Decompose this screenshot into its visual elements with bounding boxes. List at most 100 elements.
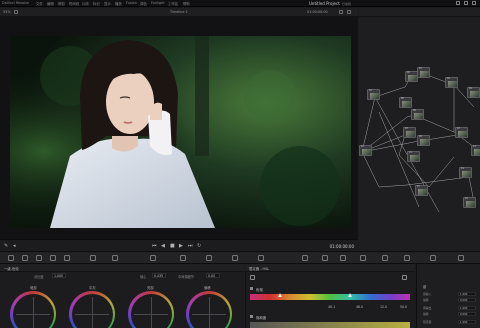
pen-icon[interactable]: ✎ <box>4 244 8 249</box>
qualifier-header: 限定器 - HSL <box>245 264 415 272</box>
viewer-zoom[interactable]: 53% <box>3 10 11 14</box>
qualifier-icon[interactable] <box>150 255 156 261</box>
motion-effects-icon[interactable] <box>64 255 70 261</box>
color-warper-icon[interactable] <box>112 255 118 261</box>
saturation-range-bar[interactable] <box>250 322 410 328</box>
contrast-value[interactable]: 1.000 <box>52 273 66 278</box>
node-01[interactable]: 01 <box>367 89 380 100</box>
menu-help[interactable]: 帮助 <box>183 1 190 6</box>
key-input-value[interactable]: 1.000 <box>458 291 476 296</box>
hue-symmetry-value[interactable]: 50.0 <box>400 305 407 309</box>
loop-icon[interactable]: ↻ <box>197 244 201 249</box>
pivot-label: 轴心 <box>140 275 147 279</box>
settings-icon[interactable] <box>458 255 464 261</box>
key-output-label: 键输出 <box>423 306 432 310</box>
info-icon[interactable] <box>382 255 388 261</box>
menu-trim[interactable]: 修剪 <box>58 1 65 6</box>
viewer-more-icon[interactable] <box>347 10 351 14</box>
node-08[interactable]: 08 <box>417 135 430 146</box>
color-wheels-title: 一级-色轮 <box>4 267 19 271</box>
reverse-play-icon[interactable]: ◀ <box>161 244 165 249</box>
camera-raw-icon[interactable] <box>8 255 14 261</box>
node-06[interactable]: 06 <box>411 109 424 120</box>
hue-low-handle[interactable] <box>278 293 282 297</box>
color-wheels-icon[interactable] <box>36 255 42 261</box>
node-10[interactable]: 10 <box>359 145 372 156</box>
maximize-icon[interactable] <box>464 1 468 5</box>
viewer-mode-icon[interactable] <box>14 10 18 14</box>
wheel-label-offset: 偏移 <box>204 286 211 290</box>
menu-fusion[interactable]: Fusion <box>126 1 137 5</box>
node-07[interactable]: 07 <box>403 127 416 138</box>
menu-clip[interactable]: 片段 <box>82 1 89 6</box>
node-05[interactable]: 05 <box>399 97 412 108</box>
node-11[interactable]: 11 <box>407 151 420 162</box>
menu-workspace[interactable]: 工作区 <box>168 1 178 6</box>
minimize-icon[interactable] <box>456 1 460 5</box>
menu-edit[interactable]: 编辑 <box>47 1 54 6</box>
scopes-icon[interactable] <box>360 255 366 261</box>
play-icon[interactable]: ▶ <box>179 244 183 249</box>
color-toolbar <box>0 251 480 264</box>
eyedropper-icon[interactable] <box>250 275 255 280</box>
lightbox-icon[interactable] <box>430 255 436 261</box>
node-14[interactable]: 14 <box>459 167 472 178</box>
node-15[interactable]: 15 <box>415 185 428 196</box>
magic-mask-icon[interactable] <box>232 255 238 261</box>
blur-icon[interactable] <box>258 255 264 261</box>
hue-label: 色相 <box>256 287 263 292</box>
key-input-offset-value[interactable]: 0.000 <box>458 297 476 302</box>
color-match-icon[interactable] <box>22 255 28 261</box>
skip-forward-icon[interactable]: ⏭ <box>188 244 193 249</box>
qualifier-options-icon[interactable] <box>402 275 407 280</box>
viewer-options-icon[interactable] <box>339 10 343 14</box>
window-icon[interactable] <box>180 255 186 261</box>
close-icon[interactable] <box>472 1 476 5</box>
node-09[interactable]: 09 <box>467 87 480 98</box>
audio-icon[interactable]: ◂ <box>13 244 16 249</box>
key-output-value[interactable]: 1.000 <box>458 305 476 310</box>
hue-width-value[interactable]: 46.0 <box>356 305 363 309</box>
node-04[interactable]: 04 <box>445 77 458 88</box>
hue-center-value[interactable]: 40.1 <box>328 305 335 309</box>
key-icon[interactable] <box>302 255 308 261</box>
skip-back-icon[interactable]: ⏮ <box>152 244 157 249</box>
keyframes-icon[interactable] <box>404 255 410 261</box>
menu-file[interactable]: 文件 <box>36 1 43 6</box>
hue-high-handle[interactable] <box>348 293 352 297</box>
menu-view[interactable]: 显示 <box>104 1 111 6</box>
stop-icon[interactable]: ■ <box>170 244 175 249</box>
hue-soft-value[interactable]: 12.0 <box>380 305 387 309</box>
menu-color[interactable]: 调色 <box>140 1 147 6</box>
window-controls <box>456 1 476 5</box>
menu-playback[interactable]: 播放 <box>115 1 122 6</box>
timeline-name[interactable]: Timeline 1 <box>170 10 188 14</box>
qualifier-gain-label: 限定器 <box>423 320 432 324</box>
node-16[interactable]: 16 <box>463 197 476 208</box>
pivot-value[interactable]: 0.435 <box>152 273 166 278</box>
node-12[interactable]: 12 <box>455 127 468 138</box>
key-output-offset-value[interactable]: 0.000 <box>458 311 476 316</box>
midtone-detail-value[interactable]: 0.00 <box>206 273 220 278</box>
viewer-timecode: 01:00:00:00 <box>329 243 354 249</box>
qualifier-gain-value[interactable]: 1.000 <box>458 319 476 324</box>
curves-icon[interactable] <box>90 255 96 261</box>
menu-fairlight[interactable]: Fairlight <box>151 1 165 5</box>
menu-mark[interactable]: 标记 <box>93 1 100 6</box>
hue-checkbox[interactable] <box>250 287 253 290</box>
wheel-label-gain: 亮部 <box>147 286 154 290</box>
project-status: 已编辑 <box>342 1 352 6</box>
hue-range-bar[interactable] <box>250 294 410 300</box>
sizing-icon[interactable] <box>322 255 328 261</box>
menu-app[interactable]: DaVinci Resolve <box>2 1 29 5</box>
node-03[interactable]: 03 <box>417 67 430 78</box>
node-editor[interactable]: 01 02 03 04 05 06 07 08 09 10 11 12 13 1… <box>359 17 480 251</box>
node-13[interactable]: 13 <box>471 145 480 156</box>
saturation-checkbox[interactable] <box>250 315 253 318</box>
key-panel: 键 <box>416 264 480 328</box>
tracker-icon[interactable] <box>206 255 212 261</box>
rgb-mixer-icon[interactable] <box>50 255 56 261</box>
hue-range-values: 40.1 46.0 12.0 50.0 <box>250 304 410 311</box>
menu-timeline[interactable]: 时间线 <box>69 1 79 6</box>
3d-icon[interactable] <box>340 255 346 261</box>
